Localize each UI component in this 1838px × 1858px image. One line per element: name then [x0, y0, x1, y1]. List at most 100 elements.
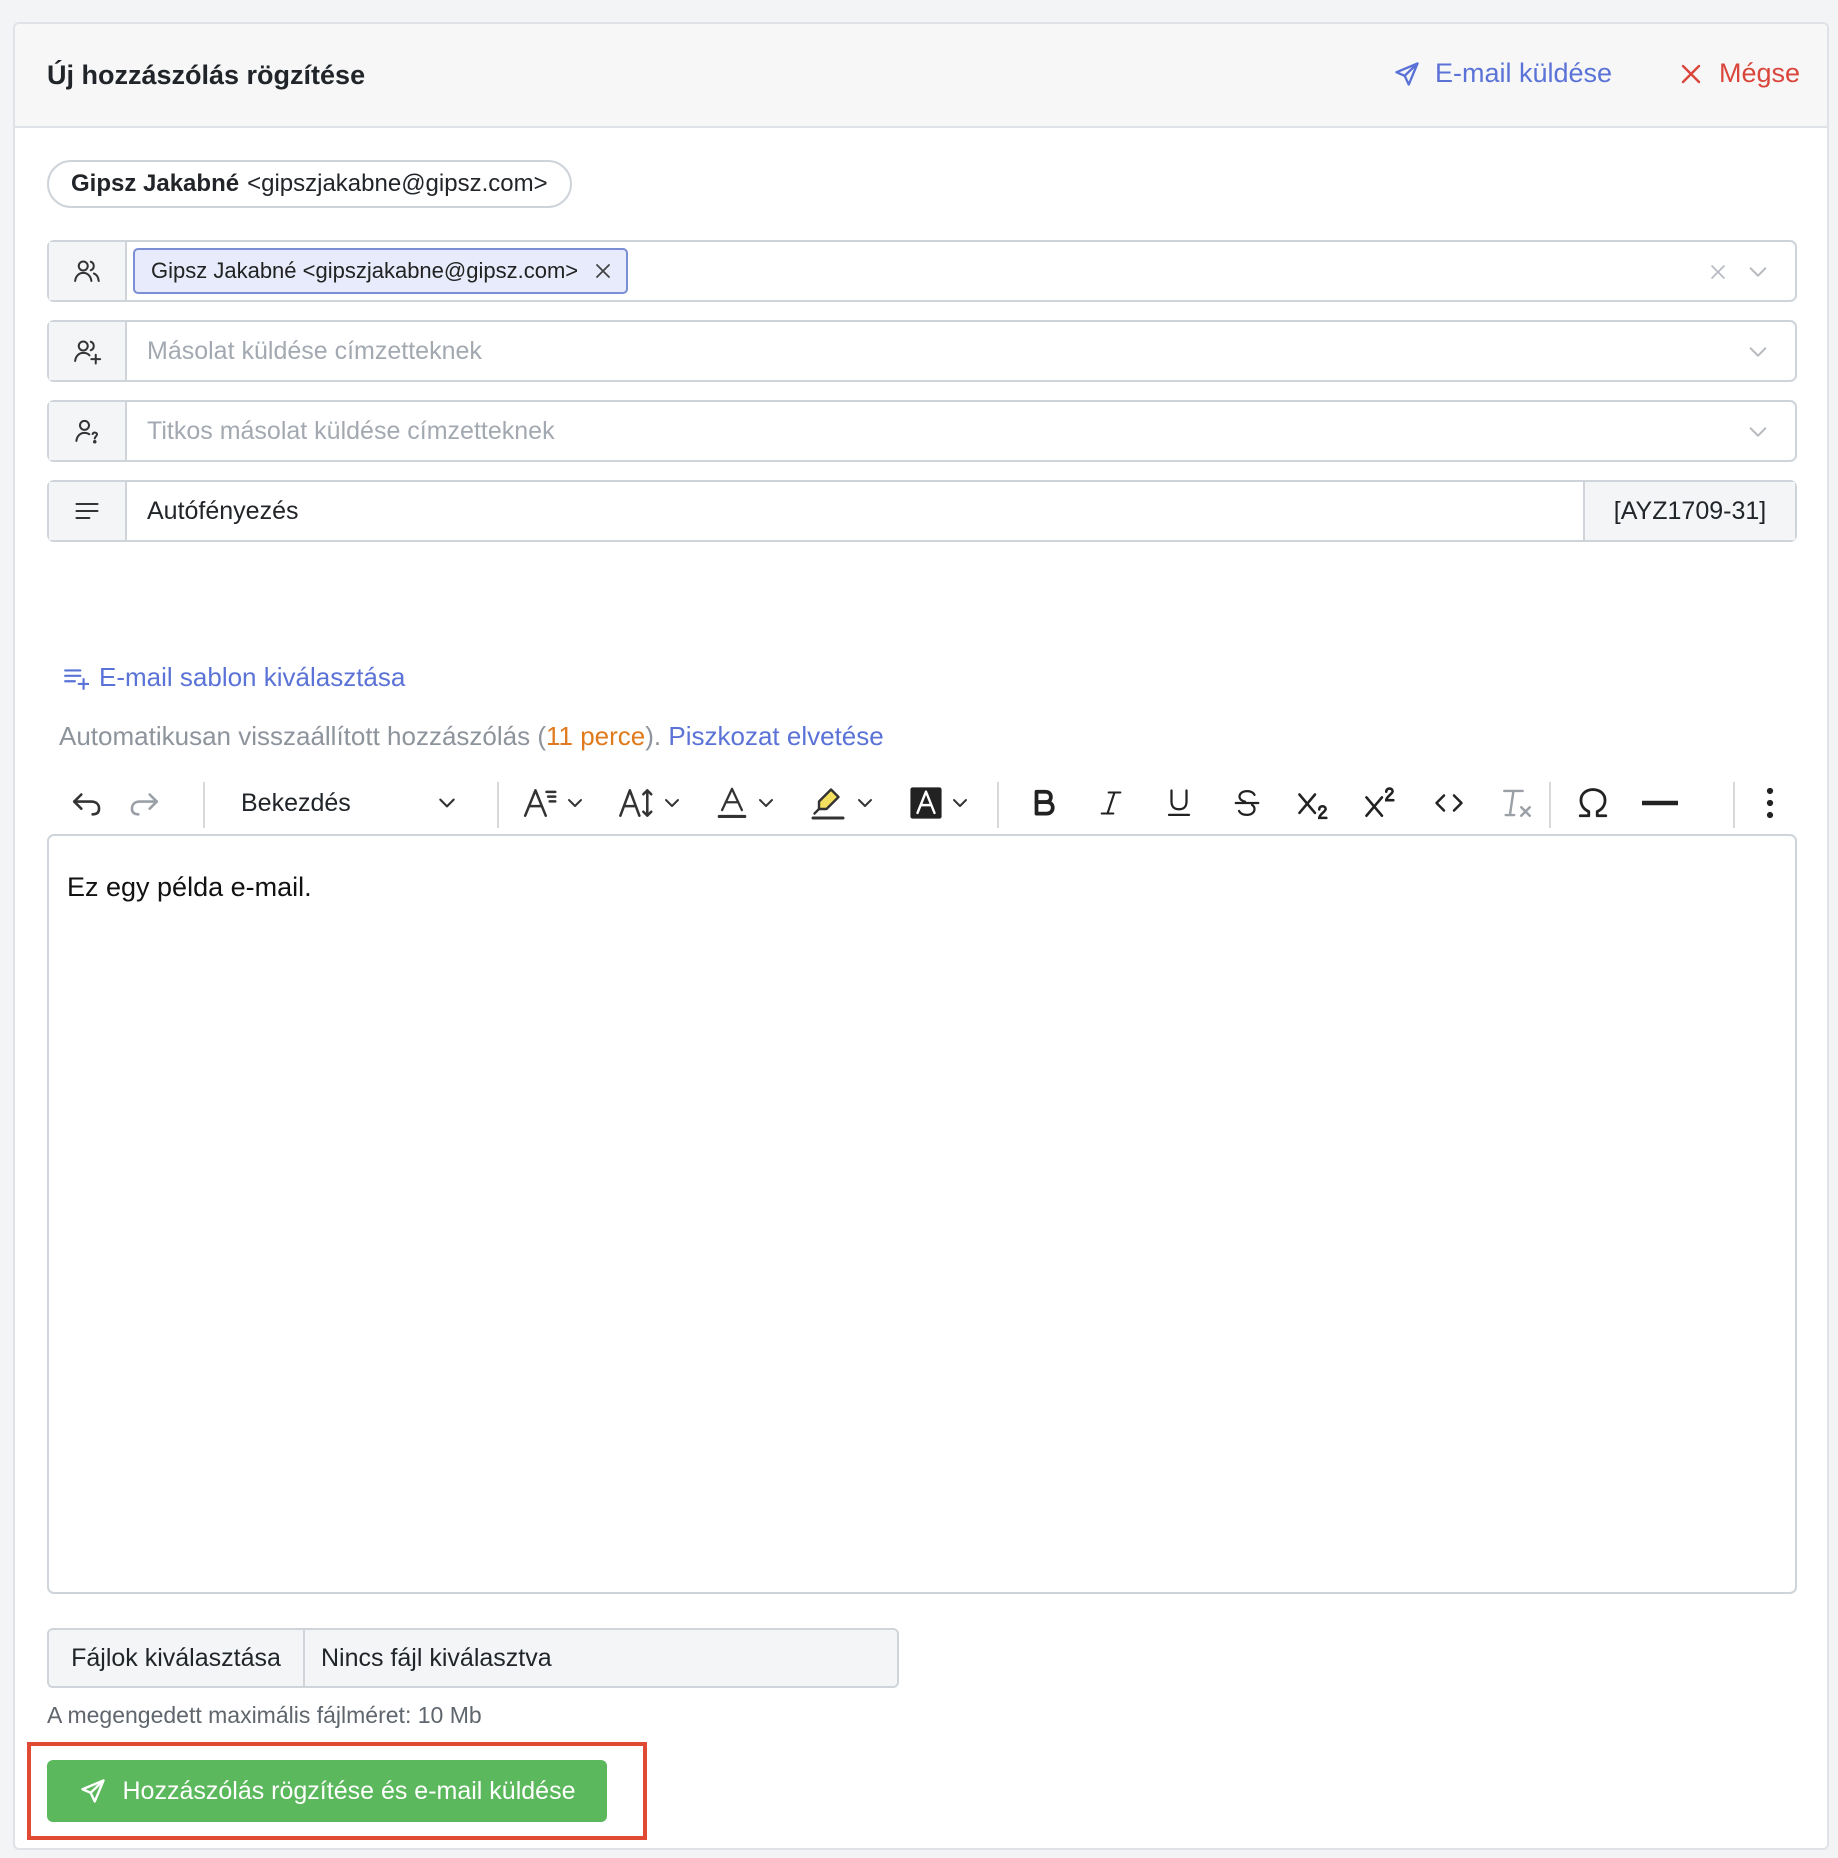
- superscript-icon: [1365, 787, 1395, 818]
- email-template-link[interactable]: E-mail sablon kiválasztása: [63, 662, 405, 693]
- to-input[interactable]: Gipsz Jakabné <gipszjakabne@gipsz.com>: [127, 242, 1795, 300]
- chevron-down-icon[interactable]: [1747, 341, 1769, 363]
- bold-button[interactable]: [1011, 772, 1077, 834]
- comment-card: Új hozzászólás rögzítése E-mail küldése …: [13, 22, 1829, 1850]
- text-lines-icon: [75, 502, 99, 520]
- playlist-add-icon: [64, 668, 89, 690]
- subject-addon: [49, 482, 127, 540]
- submit-and-send-button[interactable]: Hozzászólás rögzítése és e-mail küldése: [47, 1760, 607, 1822]
- bold-icon: [1034, 789, 1055, 816]
- send-email-label: E-mail küldése: [1435, 58, 1613, 88]
- to-addon: [49, 242, 127, 300]
- restore-prefix: Automatikusan visszaállított hozzászólás…: [59, 721, 546, 751]
- user-plus-icon: [74, 340, 102, 365]
- code-icon: [1435, 794, 1463, 812]
- chevron-down-icon: [439, 798, 455, 808]
- toolbar-separator: [203, 782, 205, 828]
- card-header: Új hozzászólás rögzítése E-mail küldése …: [15, 24, 1827, 128]
- redo-icon: [130, 793, 159, 816]
- font-color-dropdown[interactable]: [705, 772, 785, 834]
- file-input[interactable]: Fájlok kiválasztása Nincs fájl kiválaszt…: [47, 1628, 899, 1688]
- discard-draft-link[interactable]: Piszkozat elvetése: [668, 721, 883, 751]
- more-icon: [1766, 787, 1774, 819]
- special-characters-button[interactable]: [1559, 772, 1627, 834]
- close-icon: [1681, 64, 1701, 83]
- chevron-down-icon[interactable]: [1747, 261, 1769, 283]
- underline-icon: [1167, 789, 1191, 816]
- to-field: Gipsz Jakabné <gipszjakabne@gipsz.com>: [47, 240, 1797, 302]
- cancel-label: Mégse: [1719, 58, 1801, 88]
- underline-button[interactable]: [1145, 772, 1213, 834]
- bcc-input[interactable]: Titkos másolat küldése címzetteknek: [127, 402, 1795, 460]
- strikethrough-icon: [1234, 789, 1260, 817]
- toolbar-separator: [1733, 782, 1735, 828]
- special-characters-icon: [1578, 788, 1608, 818]
- subject-input[interactable]: Autófényezés: [127, 482, 1583, 540]
- choose-files-button[interactable]: Fájlok kiválasztása: [49, 1630, 305, 1686]
- sender-name: Gipsz Jakabné: [71, 170, 240, 197]
- recipient-tag-label: Gipsz Jakabné <gipszjakabne@gipsz.com>: [151, 258, 579, 283]
- sender-email: <gipszjakabne@gipsz.com>: [247, 170, 548, 197]
- chevron-down-icon: [858, 799, 872, 807]
- send-icon: [80, 1779, 105, 1803]
- italic-button[interactable]: [1077, 772, 1145, 834]
- chevron-down-icon: [953, 799, 967, 807]
- undo-icon: [72, 793, 101, 816]
- font-size-icon: [619, 789, 653, 817]
- font-size-dropdown[interactable]: [609, 772, 689, 834]
- chevron-down-icon[interactable]: [1747, 421, 1769, 443]
- send-icon: [1395, 61, 1419, 86]
- submit-label: Hozzászólás rögzítése és e-mail küldése: [122, 1776, 576, 1805]
- subject-value: Autófényezés: [147, 496, 299, 525]
- font-family-dropdown[interactable]: [513, 772, 593, 834]
- subscript-button[interactable]: [1281, 772, 1349, 834]
- italic-icon: [1100, 791, 1122, 815]
- horizontal-line-button[interactable]: [1627, 772, 1693, 834]
- remove-format-icon: [1503, 789, 1531, 817]
- font-color-icon: [717, 787, 747, 819]
- send-email-button[interactable]: E-mail küldése: [1393, 58, 1612, 89]
- chevron-down-icon: [568, 799, 582, 807]
- cancel-button[interactable]: Mégse: [1679, 58, 1800, 89]
- cc-field: Másolat küldése címzetteknek: [47, 320, 1797, 382]
- subject-field: Autófényezés [AYZ1709-31]: [47, 480, 1797, 542]
- subscript-icon: [1298, 793, 1328, 820]
- bcc-field: Titkos másolat küldése címzetteknek: [47, 400, 1797, 462]
- file-status: Nincs fájl kiválasztva: [305, 1630, 897, 1686]
- remove-format-button[interactable]: [1483, 772, 1551, 834]
- highlight-icon: [811, 788, 845, 820]
- email-template-label: E-mail sablon kiválasztása: [99, 662, 406, 692]
- superscript-button[interactable]: [1349, 772, 1415, 834]
- editor-content: Ez egy példa e-mail.: [67, 872, 312, 902]
- restore-notice: Automatikusan visszaállított hozzászólás…: [59, 721, 884, 752]
- block-format-dropdown[interactable]: Bekezdés: [225, 772, 473, 834]
- chevron-down-icon: [665, 799, 679, 807]
- editor-area[interactable]: Ez egy példa e-mail.: [47, 834, 1797, 1594]
- sender-chip: Gipsz Jakabné <gipszjakabne@gipsz.com>: [47, 160, 572, 208]
- strikethrough-button[interactable]: [1213, 772, 1281, 834]
- editor-toolbar: Bekezdés: [59, 772, 1797, 834]
- block-format-label: Bekezdés: [241, 788, 351, 817]
- undo-button[interactable]: [59, 772, 115, 834]
- ticket-id: [AYZ1709-31]: [1583, 482, 1795, 540]
- background-color-dropdown[interactable]: [899, 772, 979, 834]
- clear-icon[interactable]: [1709, 263, 1727, 281]
- recipient-tag[interactable]: Gipsz Jakabné <gipszjakabne@gipsz.com>: [133, 248, 629, 294]
- redo-button[interactable]: [115, 772, 173, 834]
- chevron-down-icon: [759, 799, 773, 807]
- cc-input[interactable]: Másolat küldése címzetteknek: [127, 322, 1795, 380]
- restore-age: 11 perce: [546, 721, 646, 751]
- cc-placeholder: Másolat küldése címzetteknek: [147, 336, 482, 365]
- bcc-placeholder: Titkos másolat küldése címzetteknek: [147, 416, 555, 445]
- highlight-dropdown[interactable]: [801, 772, 883, 834]
- bcc-addon: [49, 402, 127, 460]
- file-size-hint: A megengedett maximális fájlméret: 10 Mb: [47, 1702, 482, 1728]
- remove-tag-icon[interactable]: [594, 262, 612, 280]
- toolbar-separator: [1549, 782, 1551, 828]
- toolbar-separator: [497, 782, 499, 828]
- cc-addon: [49, 322, 127, 380]
- more-button[interactable]: [1745, 772, 1795, 834]
- code-button[interactable]: [1415, 772, 1483, 834]
- toolbar-separator: [997, 782, 999, 828]
- restore-suffix: ).: [645, 721, 662, 751]
